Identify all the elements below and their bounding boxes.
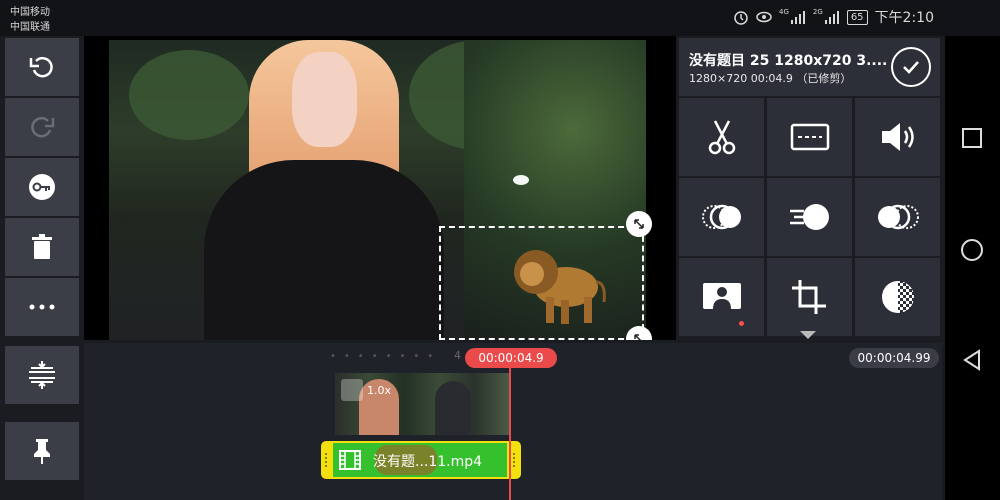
rotate-handle[interactable] xyxy=(626,211,652,237)
transition-button[interactable] xyxy=(855,178,940,256)
undo-button[interactable] xyxy=(5,38,79,96)
resize-icon xyxy=(634,334,642,340)
back-icon[interactable] xyxy=(960,348,984,372)
speed-icon xyxy=(789,204,829,230)
signal-icon xyxy=(790,11,805,24)
left-toolbar xyxy=(0,36,84,500)
transition-icon xyxy=(877,204,919,230)
status-bar: 中国移动 中国联通 4G 2G 65 下午2:10 xyxy=(0,0,1000,36)
total-duration: 00:00:04.99 xyxy=(849,348,939,368)
clip-speed: 1.0x xyxy=(367,383,392,397)
android-nav-bar xyxy=(945,36,1000,500)
undo-icon xyxy=(29,56,53,78)
right-trim-handle[interactable] xyxy=(513,453,515,467)
scissors-icon xyxy=(708,120,735,155)
subtitle-button[interactable] xyxy=(767,98,852,176)
chroma-key-icon xyxy=(702,283,741,309)
subtitle-icon xyxy=(790,123,829,151)
eye-icon xyxy=(756,11,772,23)
more-tools-arrow-icon[interactable] xyxy=(800,331,816,339)
ruler-marker: 4 xyxy=(454,349,461,362)
project-info: 1280×720 00:04.9 （已修剪） xyxy=(689,72,852,85)
network-type: 4G xyxy=(779,8,789,16)
check-icon xyxy=(903,61,919,74)
battery-indicator: 65 xyxy=(846,9,868,25)
recent-apps-icon[interactable] xyxy=(960,126,984,150)
more-button[interactable] xyxy=(5,278,79,336)
layer-tools-panel: 没有题目 25 1280x720 3.... 1280×720 00:04.9 … xyxy=(679,38,940,338)
video-preview[interactable] xyxy=(84,36,676,340)
more-icon xyxy=(29,304,55,310)
delete-button[interactable] xyxy=(5,218,79,276)
clock: 下午2:10 xyxy=(874,10,934,26)
redo-button[interactable] xyxy=(5,98,79,156)
speed-button[interactable] xyxy=(767,178,852,256)
confirm-button[interactable] xyxy=(891,47,931,87)
keyframe-icon xyxy=(29,174,55,200)
resize-handle[interactable] xyxy=(626,326,652,340)
home-icon[interactable] xyxy=(960,238,984,262)
notification-dot xyxy=(739,321,744,326)
carrier-label: 中国联通 xyxy=(10,22,50,33)
lion-layer[interactable] xyxy=(506,242,606,326)
playhead-time: 00:00:04.9 xyxy=(465,348,557,368)
timeline-ruler: •••••••• xyxy=(330,351,442,362)
keyframe-button[interactable] xyxy=(5,158,79,216)
split-button[interactable] xyxy=(679,98,764,176)
chroma-key-button[interactable] xyxy=(679,258,764,336)
timeline[interactable]: •••••••• 4 00:00:04.99 1.0x 没有题...11.mp4… xyxy=(84,343,942,500)
blend-icon xyxy=(701,204,741,230)
pin-icon xyxy=(34,439,50,464)
redo-icon xyxy=(31,116,55,138)
volume-icon xyxy=(881,123,914,151)
layer-clip[interactable]: 没有题...11.mp4 xyxy=(321,441,521,479)
crop-icon xyxy=(791,280,826,314)
playhead-line[interactable] xyxy=(509,367,511,500)
project-header: 没有题目 25 1280x720 3.... 1280×720 00:04.9 … xyxy=(679,38,940,96)
alarm-icon xyxy=(734,11,748,25)
carrier-label: 中国移动 xyxy=(10,7,50,18)
left-trim-handle[interactable] xyxy=(325,453,327,467)
project-title: 没有题目 25 1280x720 3.... xyxy=(689,53,888,69)
opacity-button[interactable] xyxy=(855,258,940,336)
clip-type-icon xyxy=(341,379,363,401)
film-icon xyxy=(339,450,361,470)
layer-clip-label: 没有题...11.mp4 xyxy=(373,454,483,470)
volume-button[interactable] xyxy=(855,98,940,176)
crop-button[interactable] xyxy=(767,258,852,336)
split-track-button[interactable] xyxy=(5,346,79,404)
rotate-icon xyxy=(634,219,644,229)
delete-icon xyxy=(32,234,52,259)
blend-button[interactable] xyxy=(679,178,764,256)
opacity-icon xyxy=(881,281,914,313)
pin-button[interactable] xyxy=(5,422,79,480)
network-type: 2G xyxy=(812,8,823,16)
split-track-icon xyxy=(29,361,55,389)
video-clip[interactable]: 1.0x xyxy=(335,373,509,435)
signal-icon xyxy=(824,11,839,24)
